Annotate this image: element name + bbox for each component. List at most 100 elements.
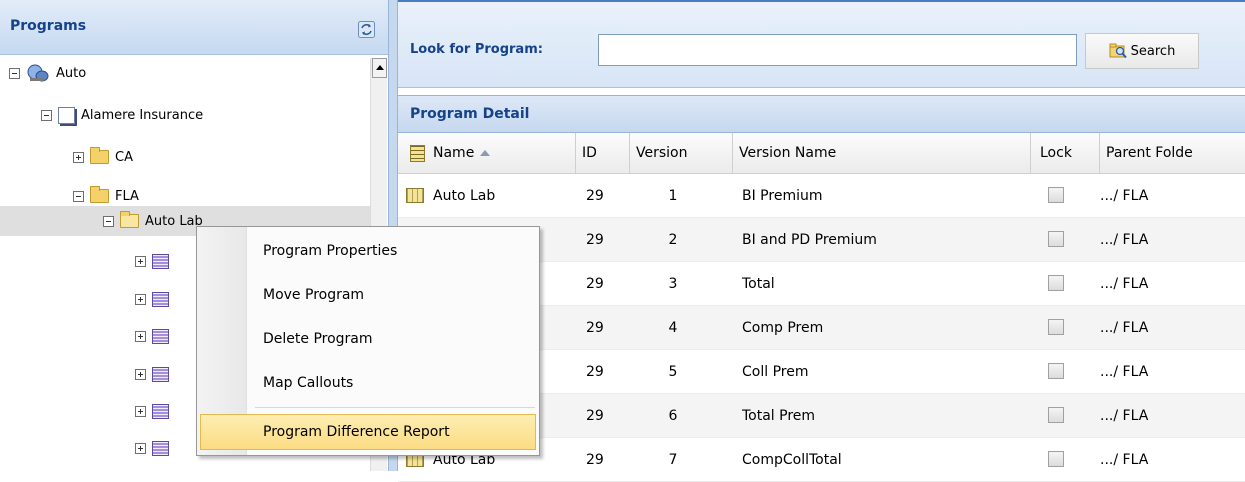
cell-id: 29 (586, 276, 604, 292)
lock-checkbox[interactable] (1048, 407, 1064, 423)
folder-icon (90, 186, 109, 203)
tree-node-version[interactable] (135, 248, 169, 274)
document-icon (410, 144, 425, 162)
cell-version: 1 (668, 188, 678, 204)
cell-id: 29 (586, 320, 604, 336)
lock-checkbox[interactable] (1048, 319, 1064, 335)
menu-separator (255, 407, 535, 408)
refresh-icon[interactable] (358, 21, 375, 38)
tree-label-program: Auto Lab (145, 213, 203, 229)
expand-toggle[interactable] (135, 368, 146, 380)
collapse-toggle[interactable] (103, 215, 114, 227)
folder-icon (90, 147, 109, 164)
context-menu: Program Properties Move Program Delete P… (196, 226, 540, 456)
menu-item-map-callouts[interactable]: Map Callouts (200, 365, 536, 401)
cell-parent-folder: .../ FLA (1100, 364, 1149, 380)
cell-version-name: Comp Prem (742, 320, 824, 336)
tree-node-auto[interactable]: Auto (9, 60, 86, 86)
cell-version: 2 (668, 232, 678, 248)
scroll-up-arrow-icon[interactable] (372, 58, 387, 78)
cell-version-name: CompCollTotal (742, 452, 842, 468)
expand-toggle[interactable] (135, 293, 146, 305)
column-label: Version (636, 145, 688, 161)
lock-checkbox[interactable] (1048, 363, 1064, 379)
expand-toggle[interactable] (135, 405, 146, 417)
program-version-icon (152, 403, 169, 419)
column-label: ID (582, 145, 597, 161)
cell-version: 3 (668, 276, 678, 292)
cell-version-name: BI and PD Premium (742, 232, 877, 248)
lock-checkbox[interactable] (1048, 451, 1064, 467)
program-detail-header: Program Detail (398, 95, 1245, 133)
program-version-icon (152, 291, 169, 307)
cell-version: 4 (668, 320, 678, 336)
grid-header-row: Name ID Version Version Name Lock Parent… (398, 133, 1245, 174)
cell-name: Auto Lab (433, 188, 496, 204)
cell-version: 7 (668, 452, 678, 468)
tree-node-version[interactable] (135, 398, 169, 424)
tree-label-folder: FLA (115, 188, 139, 204)
cell-parent-folder: .../ FLA (1100, 232, 1149, 248)
column-header-version[interactable]: Version (630, 133, 733, 174)
lock-checkbox[interactable] (1048, 187, 1064, 203)
tree-node-version[interactable] (135, 361, 169, 387)
look-for-program-label: Look for Program: (410, 42, 543, 57)
program-version-icon (152, 328, 169, 344)
column-header-name[interactable]: Name (398, 133, 576, 174)
cell-id: 29 (586, 232, 604, 248)
expand-toggle[interactable] (73, 151, 84, 163)
sort-ascending-icon (480, 150, 491, 156)
column-header-lock[interactable]: Lock (1031, 133, 1100, 174)
auto-line-icon (27, 64, 49, 82)
collapse-toggle[interactable] (9, 67, 20, 79)
menu-item-program-properties[interactable]: Program Properties (200, 233, 536, 269)
expand-toggle[interactable] (135, 442, 146, 454)
column-label: Version Name (739, 145, 837, 161)
tree-node-version[interactable] (135, 286, 169, 312)
cell-version: 6 (668, 408, 678, 424)
program-folder-icon (120, 211, 139, 228)
cell-parent-folder: .../ FLA (1100, 188, 1149, 204)
tree-node-version[interactable] (135, 435, 169, 461)
search-button-label: Search (1130, 43, 1176, 59)
collapse-toggle[interactable] (73, 190, 84, 202)
lock-checkbox[interactable] (1048, 231, 1064, 247)
column-header-version-name[interactable]: Version Name (733, 133, 1031, 174)
table-row[interactable]: Auto Lab 29 1 BI Premium .../ FLA (398, 174, 1245, 218)
program-version-icon (152, 440, 169, 456)
column-header-parent-folder[interactable]: Parent Folde (1100, 133, 1245, 174)
program-detail-title: Program Detail (410, 106, 530, 122)
tree-node-version[interactable] (135, 323, 169, 349)
tree-label-company: Alamere Insurance (81, 107, 204, 123)
program-icon (406, 188, 424, 203)
menu-item-program-difference-report[interactable]: Program Difference Report (200, 414, 536, 450)
search-input[interactable] (598, 34, 1077, 66)
program-version-icon (152, 253, 169, 269)
cell-version: 5 (668, 364, 678, 380)
cell-parent-folder: .../ FLA (1100, 276, 1149, 292)
search-button[interactable]: Search (1085, 33, 1199, 69)
tree-label-auto: Auto (56, 65, 87, 81)
menu-item-delete-program[interactable]: Delete Program (200, 321, 536, 357)
expand-toggle[interactable] (135, 330, 146, 342)
column-header-id[interactable]: ID (576, 133, 630, 174)
cell-version-name: BI Premium (742, 188, 823, 204)
tree-label-folder: CA (115, 149, 133, 165)
programs-panel-header: Programs (0, 0, 388, 55)
cell-parent-folder: .../ FLA (1100, 320, 1149, 336)
search-icon (1109, 43, 1127, 59)
cell-version-name: Total (742, 276, 775, 292)
cell-id: 29 (586, 188, 604, 204)
tree-node-folder-ca[interactable]: CA (73, 144, 133, 170)
collapse-toggle[interactable] (41, 109, 52, 121)
cell-parent-folder: .../ FLA (1100, 408, 1149, 424)
column-label: Parent Folde (1106, 145, 1193, 161)
cell-version-name: Coll Prem (742, 364, 809, 380)
lock-checkbox[interactable] (1048, 275, 1064, 291)
cell-id: 29 (586, 408, 604, 424)
expand-toggle[interactable] (135, 255, 146, 267)
tree-node-company[interactable]: Alamere Insurance (41, 102, 203, 128)
column-label: Name (433, 145, 475, 161)
programs-panel-title: Programs (10, 18, 87, 34)
menu-item-move-program[interactable]: Move Program (200, 277, 536, 313)
